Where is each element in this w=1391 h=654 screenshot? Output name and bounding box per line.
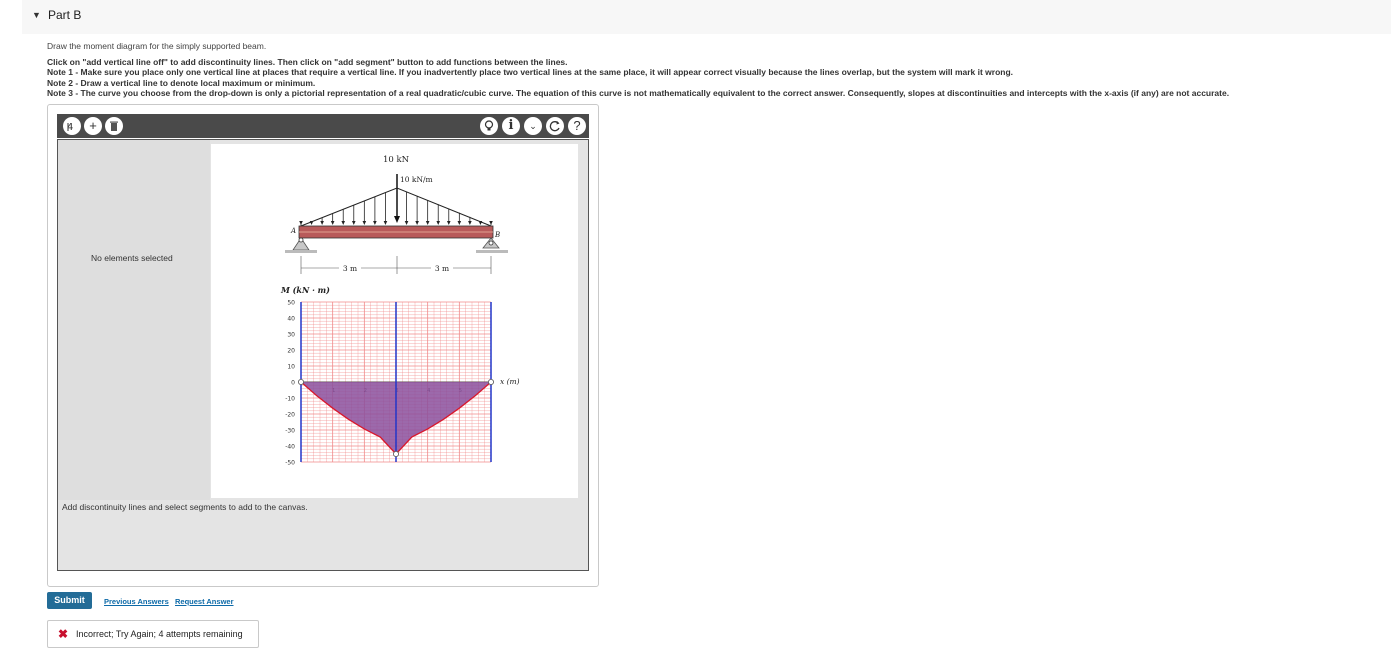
y-tick-label: -50: [285, 460, 295, 467]
info-icon[interactable]: i: [502, 117, 520, 135]
dist-load-arrowhead: [373, 221, 377, 225]
submit-button[interactable]: Submit: [47, 592, 92, 609]
span-2-label: 3 m: [435, 264, 449, 273]
y-tick-label: 10: [287, 364, 295, 371]
previous-answers-link[interactable]: Previous Answers: [104, 597, 169, 606]
dist-load-arrowhead: [425, 221, 430, 225]
curve-point: [487, 378, 494, 385]
dist-load-arrowhead: [299, 221, 303, 225]
dist-load-arrowhead: [415, 221, 419, 225]
dist-load-arrowhead: [309, 221, 314, 225]
y-tick-label: 40: [287, 316, 295, 323]
dist-load-arrowhead: [436, 221, 441, 225]
x-axis-label: x (m): [500, 377, 520, 386]
dist-load-label: 10 kN/m: [400, 175, 433, 184]
y-tick-label: -10: [285, 396, 295, 403]
collapse-caret-icon[interactable]: ▼: [32, 10, 41, 20]
properties-pane: No elements selected: [58, 140, 210, 500]
delete-icon[interactable]: [105, 117, 123, 135]
dist-load-arrowhead: [446, 221, 451, 225]
support-a-label: A: [290, 227, 296, 235]
no-elements-label: No elements selected: [91, 253, 173, 263]
pin-support: [285, 237, 317, 253]
curve-point: [298, 378, 305, 385]
span-1-label: 3 m: [343, 264, 357, 273]
beam-diagram: 10 kN 10 kN/m A B 3 m 3 m: [285, 155, 508, 274]
hint-icon[interactable]: [480, 117, 498, 135]
help-icon[interactable]: ?: [568, 117, 586, 135]
note-1: Note 1 - Make sure you place only one ve…: [47, 67, 1014, 77]
dist-load-arrowhead: [330, 221, 335, 225]
toolbar: 4 + i ⌄ ?: [57, 114, 589, 138]
reset-icon[interactable]: [546, 117, 564, 135]
instruction-text: Click on "add vertical line off" to add …: [47, 56, 568, 67]
canvas-hint: Add discontinuity lines and select segme…: [62, 502, 308, 512]
feedback-box: ✖ Incorrect; Try Again; 4 attempts remai…: [47, 620, 259, 648]
add-segment-icon[interactable]: +: [84, 117, 102, 135]
beam-figure[interactable]: 10 kN 10 kN/m A B 3 m 3 m M (kN · m) 50 …: [211, 144, 578, 498]
feedback-text: Incorrect; Try Again; 4 attempts remaini…: [76, 629, 243, 639]
y-tick-label: -30: [285, 428, 295, 435]
dist-load-arrowhead: [351, 221, 356, 225]
dist-load-arrowhead: [468, 221, 472, 225]
y-tick-label: 0: [291, 380, 295, 387]
dist-load-arrowhead: [478, 221, 483, 225]
drawing-canvas[interactable]: No elements selected 10 kN 10 kN/m A B 3…: [57, 139, 589, 571]
dist-load-arrowhead: [362, 221, 367, 225]
curve-point: [392, 450, 399, 457]
instructions: Draw the moment diagram for the simply s…: [47, 41, 1229, 99]
y-tick-labels: 50 40 30 20 10 0 -10 -20 -30 -40 -50: [285, 300, 295, 467]
dropdown-icon[interactable]: ⌄: [524, 117, 542, 135]
point-load-label: 10 kN: [383, 155, 410, 165]
y-tick-label: -20: [285, 412, 295, 419]
incorrect-icon: ✖: [58, 627, 69, 641]
y-tick-label: 50: [287, 300, 295, 307]
y-axis-label: M (kN · m): [280, 285, 330, 295]
request-answer-link[interactable]: Request Answer: [175, 597, 234, 606]
y-tick-label: 20: [287, 348, 295, 355]
dist-load-arrowhead: [489, 221, 493, 225]
instruction-text: Draw the moment diagram for the simply s…: [47, 41, 267, 51]
dist-load-arrowhead: [457, 221, 462, 225]
point-load-arrowhead: [394, 216, 400, 223]
support-b-label: B: [494, 231, 500, 239]
dist-load-arrowhead: [383, 221, 388, 225]
dist-load-arrowhead: [341, 221, 346, 225]
dist-load-arrowhead: [404, 221, 409, 225]
roller-support: [476, 237, 508, 253]
dist-load-arrows: [299, 191, 493, 226]
add-vertical-line-icon[interactable]: 4: [63, 117, 81, 135]
note-3: Note 3 - The curve you choose from the d…: [47, 88, 1230, 98]
dist-load-arrowhead: [320, 221, 324, 225]
note-2: Note 2 - Draw a vertical line to denote …: [47, 77, 316, 88]
drawing-tool-panel: 4 + i ⌄ ? No elements selected 10 kN 10 …: [47, 104, 599, 587]
part-title: Part B: [48, 8, 82, 22]
y-tick-label: -40: [285, 444, 295, 451]
part-header[interactable]: [22, 0, 1391, 34]
y-tick-label: 30: [287, 332, 295, 339]
